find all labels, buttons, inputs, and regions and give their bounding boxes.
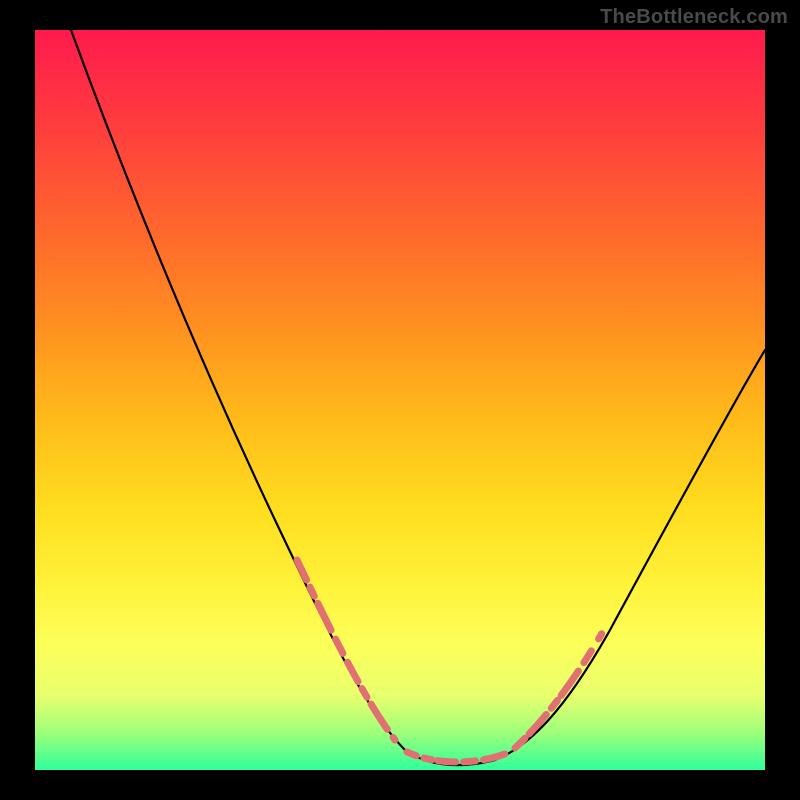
marker-valley-band <box>407 752 505 762</box>
marker-left-band <box>297 560 395 740</box>
marker-right-band <box>515 628 605 748</box>
bottleneck-curve <box>71 30 765 765</box>
watermark-text: TheBottleneck.com <box>600 6 788 29</box>
curve-layer <box>35 30 765 770</box>
chart-frame: TheBottleneck.com <box>0 0 800 800</box>
plot-area <box>35 30 765 770</box>
